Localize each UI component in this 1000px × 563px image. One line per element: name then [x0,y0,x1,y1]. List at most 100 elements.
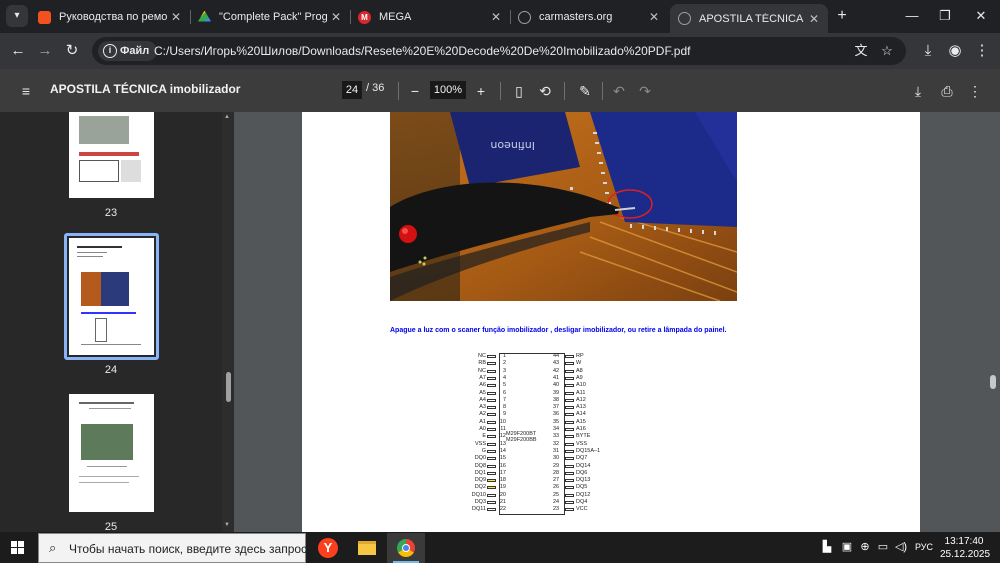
sidebar-scrollbar-thumb[interactable] [226,372,231,402]
tab-search-button[interactable]: ▾ [6,5,28,27]
tab-0[interactable]: Руководства по ремонту ✕ [30,4,190,30]
profile-avatar-icon: ◉ [948,42,962,59]
pin-number: 16 [499,462,506,469]
yandex-browser-app[interactable]: Y [309,533,347,563]
pin-number: 20 [499,491,506,498]
print-button[interactable]: ⎙ [937,81,957,101]
sidebar-toggle-button[interactable]: ≡ [16,81,36,101]
zoom-in-button[interactable]: + [471,81,491,101]
pin-row-left: RB 2 [470,360,530,367]
bookmark-star-icon[interactable]: ☆ [878,42,896,60]
reload-button[interactable]: ↻ [62,41,82,61]
network-globe-icon[interactable]: ⊕ [858,540,872,554]
pin-lead [487,486,496,490]
pin-row-right: 32 VSS [540,441,600,448]
pin-row-right: 44 RP [540,353,600,360]
pin-label: NC [478,353,486,359]
zoom-out-button[interactable]: − [405,81,425,101]
more-vertical-icon: ⋮ [974,42,990,59]
tab-2[interactable]: M MEGA ✕ [350,4,510,30]
performance-icon[interactable]: ▙ [820,540,834,554]
page-thumbnail-25[interactable] [69,394,154,512]
pin-number: 24 [553,499,560,505]
back-button[interactable]: ← [8,41,28,61]
pin-lead [565,501,574,504]
scroll-down-icon[interactable]: ▼ [224,522,230,528]
pin-number: 5 [502,382,506,389]
rotate-button[interactable]: ⟲ [535,81,555,101]
annotate-button[interactable]: ✎ [575,81,595,101]
pin-row-left: DQ8 16 [470,463,530,470]
pin-row-right: 26 DQ5 [540,484,600,491]
sidebar-scrollbar[interactable]: ▲ ▼ [222,112,234,532]
pdf-download-button[interactable]: ⤓ [908,81,928,101]
pin-row-right: 38 A12 [540,397,600,404]
taskbar-search-box[interactable]: ⌕ Чтобы начать поиск, введите здесь запр… [38,533,307,563]
menu-icon: ≡ [21,83,31,99]
pin-row-left: NC 1 [470,353,530,360]
windows-start-icon[interactable] [11,541,25,555]
new-tab-button[interactable]: + [832,6,852,26]
pdf-more-button[interactable]: ⋮ [965,81,985,101]
pin-row-left: DQ11 22 [470,506,530,513]
volume-icon[interactable]: ◁) [894,540,908,554]
pin-lead [487,369,496,373]
restore-button[interactable]: ❐ [928,4,962,28]
pin-lead [565,398,574,402]
pin-lead [565,413,574,417]
pin-row-right: 34 A16 [540,426,600,433]
close-icon[interactable]: ✕ [646,10,662,24]
close-icon[interactable]: ✕ [168,10,184,24]
pin-number: 15 [499,455,506,462]
pin-number: 10 [499,418,506,425]
zoom-input[interactable]: 100% [430,81,466,99]
close-window-button[interactable]: ✕ [964,4,998,28]
page-number-input[interactable]: 24 [342,81,362,99]
minimize-button[interactable]: — [895,4,929,28]
pin-row-left: VSS 13 [470,441,530,448]
translate-icon[interactable]: 文 [852,42,870,60]
chevron-down-icon: ▾ [14,10,20,21]
viewer-scrollbar-thumb[interactable] [990,375,996,389]
windows-taskbar: ⌕ Чтобы начать поиск, введите здесь запр… [0,532,1000,563]
pin-lead [565,406,574,410]
chrome-app[interactable] [387,533,425,563]
pin-lead [565,479,574,483]
site-info-chip[interactable]: i Файл [98,41,158,61]
browser-menu-button[interactable]: ⋮ [972,41,992,61]
scroll-up-icon[interactable]: ▲ [224,114,230,120]
battery-icon[interactable]: ▭ [876,540,890,554]
close-icon[interactable]: ✕ [806,12,822,26]
pin-row-right: 40 A10 [540,382,600,389]
pdf-viewer[interactable]: Infineon Apague a luz com o scaner funçã… [234,112,1000,532]
pin-label: A15 [576,418,586,425]
pin-label: A16 [576,426,586,432]
fit-page-button[interactable]: ▯ [509,81,529,101]
pin-lead [565,420,574,424]
downloads-button[interactable]: ⤓ [918,41,938,61]
page-thumbnail-23[interactable] [69,112,154,198]
pin-lead [565,508,574,512]
close-icon[interactable]: ✕ [328,10,344,24]
pin-number: 25 [553,491,560,498]
forward-button[interactable]: → [35,41,55,61]
address-bar[interactable]: i Файл C:/Users/Игорь%20Шилов/Downloads/… [92,37,906,65]
tab-1[interactable]: "Complete Pack" Program ✕ [190,4,350,30]
profile-button[interactable]: ◉ [945,41,965,61]
language-indicator[interactable]: РУС [913,540,935,554]
undo-button[interactable]: ↶ [609,81,629,101]
redo-button[interactable]: ↷ [635,81,655,101]
close-icon[interactable]: ✕ [488,10,504,24]
pin-lead [565,471,574,475]
page-thumbnail-24[interactable] [69,238,154,355]
tab-3[interactable]: carmasters.org ✕ [510,4,668,30]
pin-label: A0 [479,426,486,432]
system-clock[interactable]: 13:17:40 25.12.2025 [940,535,990,561]
file-explorer-app[interactable] [348,533,386,563]
url-text[interactable]: C:/Users/Игорь%20Шилов/Downloads/Resete%… [154,37,690,65]
pin-row-left: DQ1 17 [470,470,530,477]
tab-4-active[interactable]: APOSTILA TÉCNICA imobi ✕ [670,4,828,33]
pin-lead [487,508,496,512]
pin-label: RP [576,353,584,359]
app-tray-icon[interactable]: ▣ [840,540,854,554]
